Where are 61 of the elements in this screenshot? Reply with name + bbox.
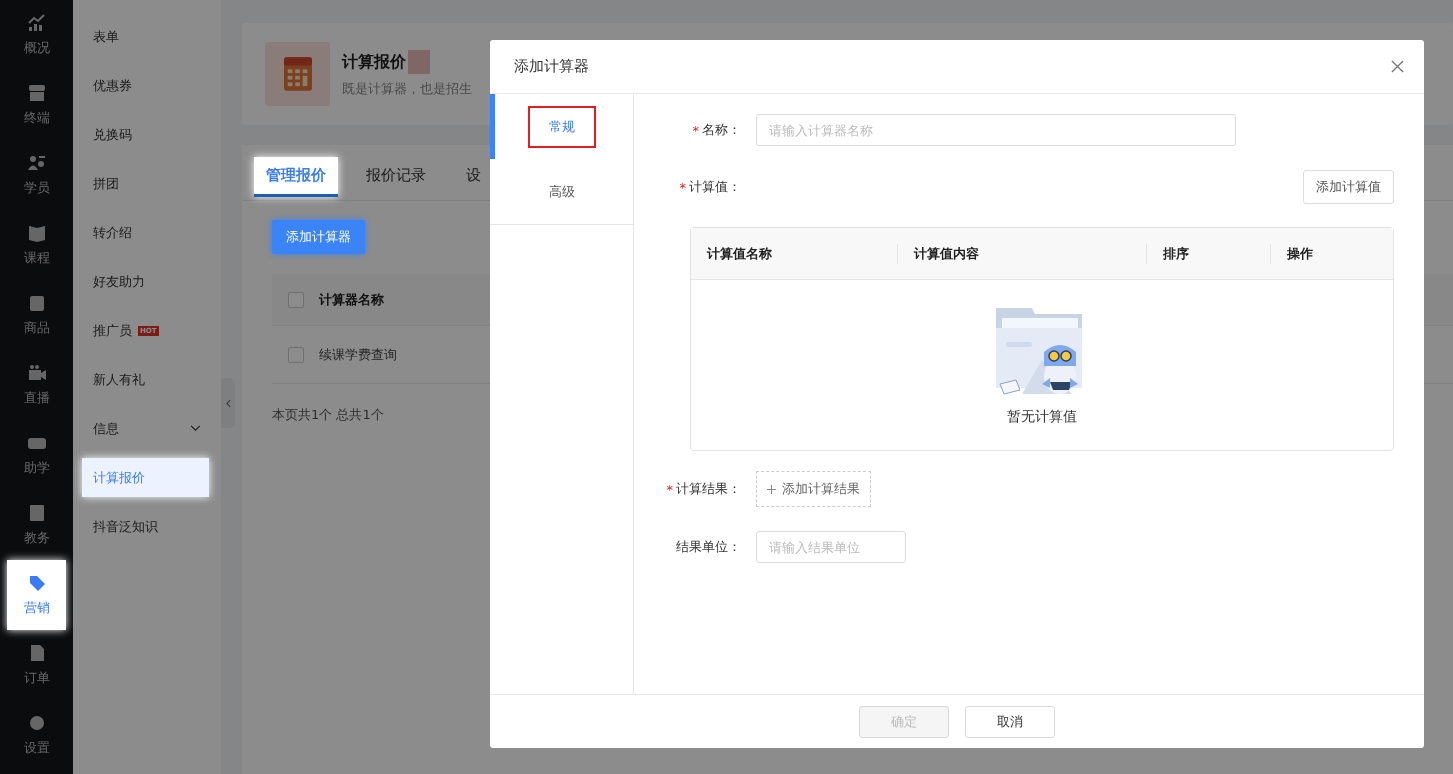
- field-label: 结果单位：: [676, 538, 741, 556]
- users-icon: [26, 153, 47, 173]
- video-camera-icon: [26, 363, 47, 383]
- nav-item[interactable]: 教务: [0, 490, 73, 560]
- field-label: 计算值：: [689, 178, 741, 196]
- book-icon: [26, 223, 47, 243]
- add-result-button[interactable]: 添加计算结果: [756, 471, 871, 507]
- chart-icon: [26, 13, 47, 33]
- tab[interactable]: 报价记录: [354, 157, 438, 197]
- submenu-item[interactable]: 转介绍: [73, 208, 221, 257]
- nav-item[interactable]: 助学: [0, 420, 73, 490]
- table-cell: 续课学费查询: [319, 345, 397, 364]
- collapse-handle[interactable]: [221, 378, 235, 428]
- column-header: 计算器名称: [319, 290, 384, 309]
- cancel-button[interactable]: 取消: [965, 705, 1055, 738]
- calculator-icon: [265, 42, 330, 106]
- column-header: 计算值名称: [706, 244, 773, 263]
- nav-item[interactable]: 概况: [0, 0, 73, 70]
- required-asterisk: *: [679, 179, 686, 195]
- column-header: 排序: [1146, 243, 1270, 264]
- column-header: 操作: [1270, 243, 1393, 264]
- page-subtitle: 既是计算器，也是招生: [342, 80, 472, 98]
- submenu-item[interactable]: 表单: [73, 12, 221, 61]
- add-value-button[interactable]: 添加计算值: [1303, 170, 1394, 204]
- nav-item[interactable]: 设置: [0, 700, 73, 770]
- tab[interactable]: 设: [454, 157, 493, 197]
- pagination-summary: 本页共1个 总共1个: [272, 406, 384, 424]
- column-header: 计算值内容: [897, 243, 1146, 264]
- submenu-item[interactable]: 计算报价: [82, 458, 209, 497]
- checkbox[interactable]: [288, 291, 304, 308]
- chevron-left-icon: [225, 398, 231, 408]
- field-label: 计算结果：: [676, 480, 741, 498]
- submenu-item[interactable]: 兑换码: [73, 110, 221, 159]
- field-label: 名称：: [702, 121, 741, 139]
- close-icon[interactable]: [1391, 60, 1404, 73]
- dialog-title: 添加计算器: [514, 57, 589, 76]
- tab[interactable]: 管理报价: [254, 157, 338, 197]
- name-input-field[interactable]: 请输入计算器名称: [756, 114, 1236, 146]
- submenu-item[interactable]: 优惠券: [73, 61, 221, 110]
- nav-item[interactable]: 终端: [0, 70, 73, 140]
- nav-item[interactable]: 商品: [0, 280, 73, 350]
- add-calculator-button[interactable]: 添加计算器: [272, 220, 365, 254]
- nav-item[interactable]: 学员: [0, 140, 73, 210]
- empty-message: 暂无计算值: [1007, 408, 1077, 426]
- page-title: 计算报价: [342, 51, 406, 73]
- plus-icon: [767, 484, 776, 494]
- submenu-item[interactable]: 抖音泛知识: [73, 502, 221, 551]
- submenu-item[interactable]: 拼团: [73, 159, 221, 208]
- unit-input-field[interactable]: 请输入结果单位: [756, 531, 906, 563]
- nav-item[interactable]: 直播: [0, 350, 73, 420]
- store-icon: [26, 83, 47, 103]
- blurred-patch: [408, 50, 430, 74]
- submenu-item[interactable]: 好友助力: [73, 257, 221, 306]
- nav-item[interactable]: 课程: [0, 210, 73, 280]
- nav-item[interactable]: 订单: [0, 630, 73, 700]
- submenu-item[interactable]: 信息: [73, 404, 221, 453]
- nav-item[interactable]: 营销: [7, 560, 66, 630]
- required-asterisk: *: [666, 481, 673, 497]
- submenu-item[interactable]: 新人有礼: [73, 355, 221, 404]
- checkbox[interactable]: [288, 346, 304, 363]
- required-asterisk: *: [692, 122, 699, 138]
